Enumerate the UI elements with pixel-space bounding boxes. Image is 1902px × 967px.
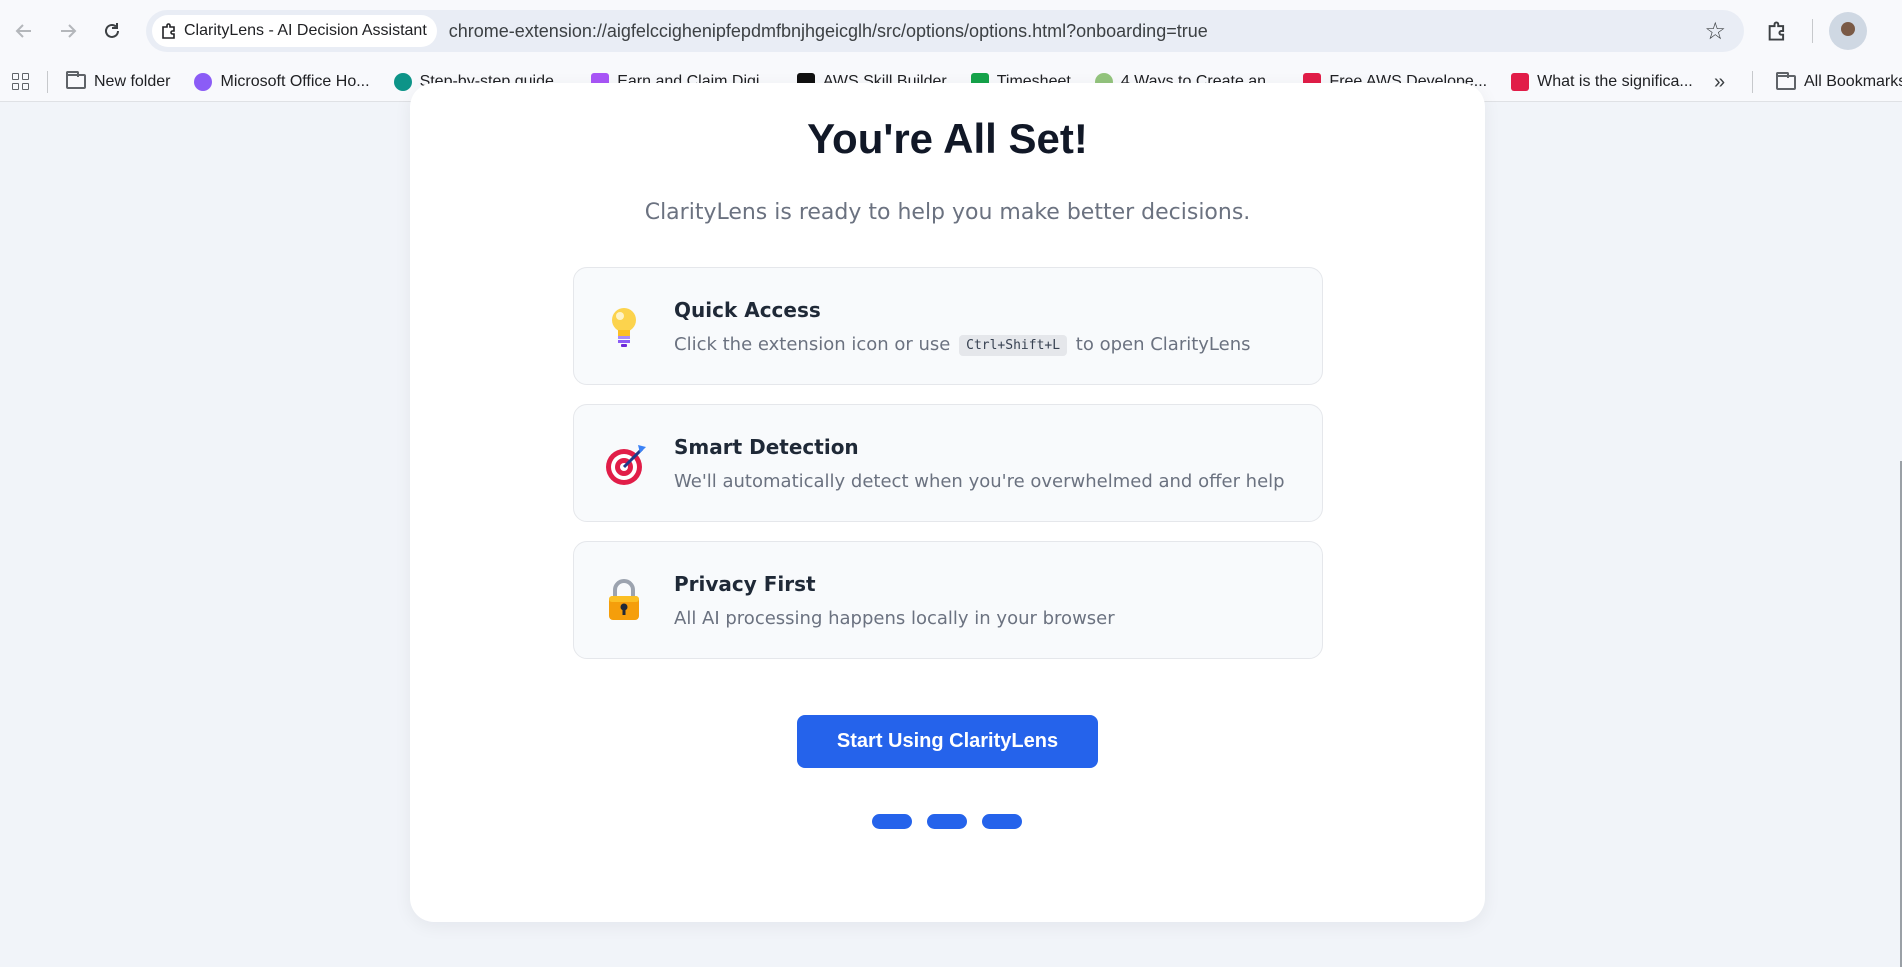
bookmark-label: What is the significa...: [1537, 72, 1693, 90]
lock-icon: [604, 578, 648, 624]
profile-avatar[interactable]: [1829, 12, 1867, 50]
feature-description-text: to open ClarityLens: [1075, 334, 1251, 355]
reload-icon: [105, 23, 119, 38]
puzzle-icon: [162, 23, 175, 39]
bookmark-item[interactable]: New folder: [54, 66, 182, 98]
folder-icon: [66, 71, 86, 89]
site-info-chip[interactable]: ClarityLens - AI Decision Assistant: [152, 15, 437, 47]
feature-description: Click the extension icon or use Ctrl+Shi…: [674, 334, 1251, 356]
keyboard-shortcut: Ctrl+Shift+L: [959, 335, 1068, 356]
bookmarks-divider: [1752, 71, 1753, 93]
bookmarks-divider: [47, 70, 48, 93]
url-text[interactable]: chrome-extension://aigfelccighenipfepdmf…: [449, 21, 1208, 42]
feature-privacy-first: Privacy First All AI processing happens …: [573, 541, 1323, 659]
page-scrollbar[interactable]: [1898, 103, 1902, 967]
bookmark-star-icon[interactable]: ☆: [1704, 17, 1726, 46]
browser-toolbar: ClarityLens - AI Decision Assistant chro…: [0, 0, 1902, 62]
page-subtitle: ClarityLens is ready to help you make be…: [644, 200, 1251, 225]
all-bookmarks-button[interactable]: All Bookmarks: [1764, 66, 1902, 98]
bookmark-label: Microsoft Office Ho...: [220, 72, 370, 90]
start-using-button[interactable]: Start Using ClarityLens: [797, 715, 1098, 768]
toolbar-divider: [1812, 19, 1813, 43]
address-bar[interactable]: ClarityLens - AI Decision Assistant chro…: [146, 10, 1744, 52]
step-dot[interactable]: [982, 814, 1022, 829]
arrow-left-icon: [15, 24, 31, 38]
feature-description: We'll automatically detect when you're o…: [674, 471, 1285, 492]
bookmark-item[interactable]: Microsoft Office Ho...: [182, 66, 381, 98]
step-dot[interactable]: [927, 814, 967, 829]
bookmark-item[interactable]: What is the significa...: [1499, 66, 1705, 98]
back-button[interactable]: [2, 9, 46, 53]
onboarding-card: You're All Set! ClarityLens is ready to …: [410, 83, 1485, 922]
folder-icon: [1776, 71, 1796, 90]
tab-title: ClarityLens - AI Decision Assistant: [184, 22, 427, 39]
feature-smart-detection: Smart Detection We'll automatically dete…: [573, 404, 1323, 522]
feature-title: Smart Detection: [674, 435, 859, 459]
bookmark-label: New folder: [94, 72, 171, 90]
step-indicator: [872, 814, 1022, 829]
extensions-button[interactable]: [1758, 12, 1796, 50]
feature-description-text: Click the extension icon or use: [674, 334, 951, 355]
target-icon: [604, 441, 648, 487]
feature-quick-access: Quick Access Click the extension icon or…: [573, 267, 1323, 385]
eye-icon: [393, 72, 412, 91]
arrow-right-icon: [61, 24, 77, 38]
feature-description: All AI processing happens locally in you…: [674, 608, 1115, 629]
copilot-icon: [194, 72, 213, 91]
forward-button[interactable]: [46, 9, 90, 53]
onboarding-page: You're All Set! ClarityLens is ready to …: [0, 83, 1902, 967]
apps-grid-icon[interactable]: [12, 73, 29, 90]
bookmark-red-icon: [1511, 72, 1530, 91]
lightbulb-icon: [604, 304, 648, 350]
page-title: You're All Set!: [807, 115, 1088, 162]
feature-title: Privacy First: [674, 572, 816, 596]
step-dot[interactable]: [872, 814, 912, 829]
feature-title: Quick Access: [674, 298, 821, 322]
reload-button[interactable]: [90, 9, 134, 53]
more-bookmarks-chevron-icon[interactable]: »: [1714, 66, 1725, 98]
puzzle-icon: [1768, 21, 1785, 41]
all-bookmarks-label: All Bookmarks: [1804, 73, 1902, 90]
